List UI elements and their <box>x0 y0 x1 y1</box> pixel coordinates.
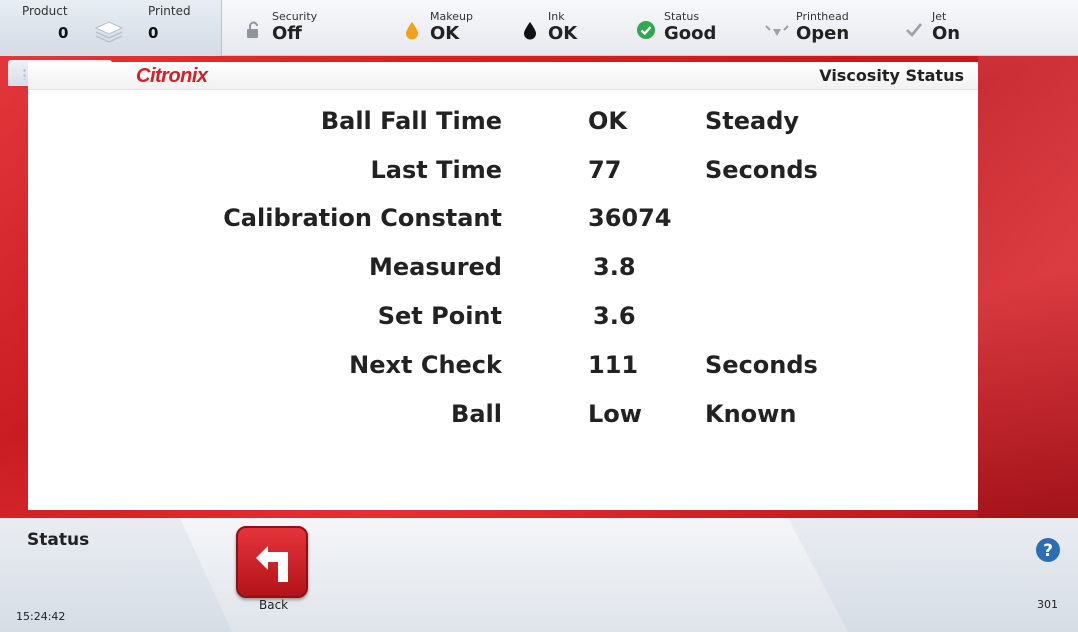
row-value: OK <box>588 107 627 135</box>
layers-icon <box>94 21 124 43</box>
printhead-value: Open <box>796 23 850 44</box>
svg-text:?: ? <box>1043 541 1053 561</box>
row-value: 3.6 <box>593 302 636 330</box>
ball-fall-time-row: Ball Fall Time OK Steady <box>28 107 978 143</box>
ink-value: OK <box>548 23 578 44</box>
jet-value: On <box>932 23 961 44</box>
panel-header: Citronix Viscosity Status <box>28 62 978 90</box>
top-status-bar: Product 0 Printed 0 Security Off Makeup … <box>0 0 1078 56</box>
row-value: 111 <box>588 351 639 379</box>
row-value: 77 <box>588 156 622 184</box>
makeup-drop-icon <box>406 22 418 40</box>
measured-row: Measured 3.8 <box>28 253 978 289</box>
security-value: Off <box>272 23 302 44</box>
counter-panel: Product 0 Printed 0 <box>0 0 222 56</box>
printed-counter-label: Printed <box>148 4 191 18</box>
row-unit: Known <box>705 400 797 428</box>
ball-row: Ball Low Known <box>28 400 978 436</box>
product-counter[interactable]: Product 0 <box>22 4 102 42</box>
row-value: 36074 <box>588 204 672 232</box>
citronix-logo: Citronix <box>136 65 208 87</box>
status-label: Status <box>664 10 700 23</box>
row-label: Measured <box>368 253 502 281</box>
last-time-row: Last Time 77 Seconds <box>28 156 978 192</box>
frame-facet <box>978 56 1078 518</box>
check-icon <box>906 23 923 37</box>
viscosity-status-panel: Citronix Viscosity Status Ball Fall Time… <box>28 62 978 510</box>
help-icon[interactable]: ? <box>1035 537 1061 563</box>
makeup-value: OK <box>430 23 460 44</box>
ink-label: Ink <box>548 10 565 23</box>
status-value: Good <box>664 23 717 44</box>
row-label: Ball Fall Time <box>320 107 502 135</box>
row-label: Set Point <box>377 302 502 330</box>
row-label: Last Time <box>370 156 502 184</box>
screen-number: 301 <box>1037 598 1058 611</box>
row-label: Next Check <box>349 351 502 379</box>
check-circle-icon <box>637 21 655 39</box>
makeup-label: Makeup <box>430 10 473 23</box>
back-button[interactable] <box>236 526 308 598</box>
row-value: Low <box>588 400 642 428</box>
back-button-label: Back <box>259 598 289 612</box>
bottom-bar: Status 15:24:42 Back ? 301 <box>0 518 1078 632</box>
ink-drop-icon <box>524 22 536 40</box>
printed-counter-value: 0 <box>148 24 159 42</box>
calibration-constant-row: Calibration Constant 36074 <box>28 204 978 240</box>
product-counter-label: Product <box>22 4 68 18</box>
clock: 15:24:42 <box>16 610 66 623</box>
printed-counter[interactable]: Printed 0 <box>148 4 228 42</box>
jet-label: Jet <box>932 10 947 23</box>
screen-status-label: Status <box>27 530 90 550</box>
next-check-row: Next Check 111 Seconds <box>28 351 978 387</box>
set-point-row: Set Point 3.6 <box>28 302 978 338</box>
security-label: Security <box>272 10 318 23</box>
back-arrow-icon <box>256 546 288 582</box>
page-title: Viscosity Status <box>819 66 964 85</box>
printhead-icon <box>765 25 789 36</box>
row-unit: Seconds <box>705 351 818 379</box>
printhead-label: Printhead <box>796 10 849 23</box>
bottom-right-panel <box>788 518 1078 632</box>
row-label: Calibration Constant <box>223 204 502 232</box>
row-unit: Seconds <box>705 156 818 184</box>
row-label: Ball <box>451 400 502 428</box>
row-value: 3.8 <box>593 253 636 281</box>
lock-open-icon <box>247 21 258 38</box>
row-unit: Steady <box>705 107 800 135</box>
